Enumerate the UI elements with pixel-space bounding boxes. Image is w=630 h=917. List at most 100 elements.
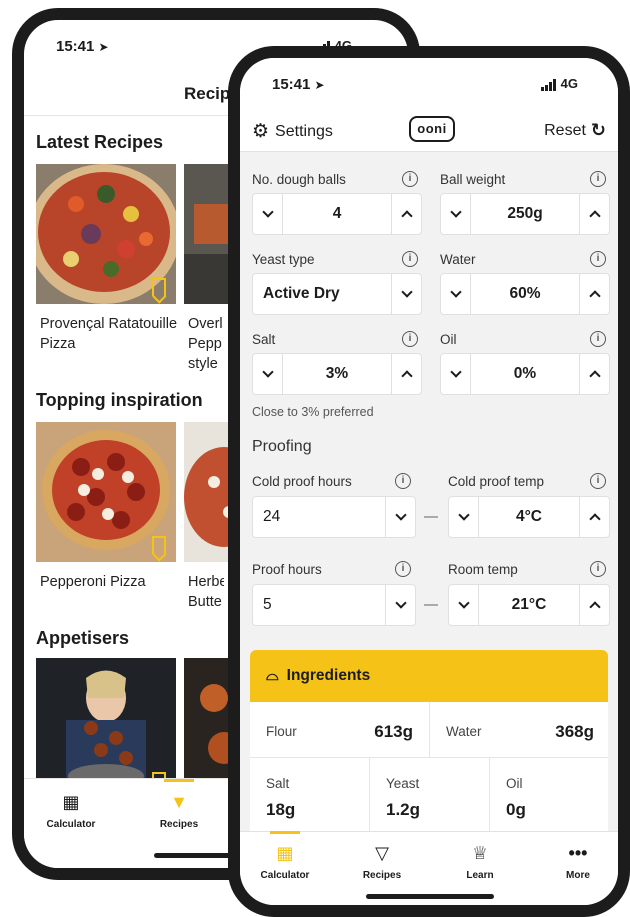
recipe-card-image-ratatouille[interactable] xyxy=(36,164,176,304)
section-title-latest-recipes: Latest Recipes xyxy=(36,132,164,152)
dough-balls-value[interactable]: 4 xyxy=(283,194,391,234)
yeast-type-select[interactable]: Active Dry xyxy=(252,273,422,315)
info-icon[interactable]: i xyxy=(402,171,418,187)
increase-button[interactable] xyxy=(391,194,421,234)
range-separator xyxy=(424,604,438,606)
tab-learn[interactable]: ♕ Learn xyxy=(445,842,515,881)
ingredient-name: Water xyxy=(446,724,482,739)
tab-label: More xyxy=(566,870,590,881)
info-icon[interactable]: i xyxy=(590,473,606,489)
recipe-caption-pepperoni[interactable]: Pepperoni Pizza xyxy=(40,572,190,592)
info-icon[interactable]: i xyxy=(395,473,411,489)
decrease-button[interactable] xyxy=(441,274,471,314)
room-temp-value[interactable]: 21°C xyxy=(479,585,579,625)
proof-hours-value[interactable]: 5 xyxy=(253,585,385,625)
salt-value[interactable]: 3% xyxy=(283,354,391,394)
tab-recipes[interactable]: ▼ Recipes xyxy=(144,779,214,830)
tab-label: Recipes xyxy=(159,819,199,830)
reset-icon: ↻ xyxy=(590,120,606,140)
info-icon[interactable]: i xyxy=(402,331,418,347)
decrease-button[interactable] xyxy=(253,194,283,234)
chevron-down-icon xyxy=(457,597,470,609)
dropdown-button[interactable] xyxy=(391,274,421,314)
tab-calculator[interactable]: ▦ Calculator xyxy=(36,791,106,830)
info-icon[interactable]: i xyxy=(590,171,606,187)
ingredient-name: Salt xyxy=(266,776,290,791)
increase-button[interactable] xyxy=(579,354,609,394)
cold-proof-hours-value[interactable]: 24 xyxy=(253,497,385,537)
ingredient-name: Oil xyxy=(506,776,523,791)
tab-label: Calculator xyxy=(46,819,96,830)
network-label: 4G xyxy=(560,76,578,91)
tab-more[interactable]: ••• More xyxy=(543,842,613,881)
info-icon[interactable]: i xyxy=(590,251,606,267)
yeast-type-value[interactable]: Active Dry xyxy=(253,274,391,314)
ball-weight-label: Ball weight xyxy=(440,172,506,187)
increase-button[interactable] xyxy=(391,354,421,394)
reset-button[interactable]: Reset ↻ xyxy=(544,120,606,141)
recipe-caption-overloaded[interactable]: Overl Pepp style xyxy=(188,314,224,374)
room-temp-label: Room temp xyxy=(448,562,518,577)
dropdown-button[interactable] xyxy=(385,585,415,625)
decrease-button[interactable] xyxy=(449,497,479,537)
recipe-caption-herbed-butter[interactable]: Herbe Butte xyxy=(188,572,224,612)
ingredient-value: 0g xyxy=(506,800,526,819)
calculator-screen: 15:41 ➤ 4G ⚙ Settings ooni Reset ↻ No. d… xyxy=(240,58,618,905)
active-tab-indicator xyxy=(164,779,194,782)
recipe-caption-ratatouille[interactable]: Provençal Ratatouille Pizza xyxy=(40,314,190,354)
pizza-slice-icon: ▽ xyxy=(375,843,389,863)
signal-icon xyxy=(540,79,556,91)
ingredient-name: Flour xyxy=(266,724,297,739)
water-value[interactable]: 60% xyxy=(471,274,579,314)
dropdown-button[interactable] xyxy=(385,497,415,537)
cold-proof-temp-value[interactable]: 4°C xyxy=(479,497,579,537)
increase-button[interactable] xyxy=(579,274,609,314)
proofing-title: Proofing xyxy=(252,438,312,455)
top-nav: ⚙ Settings ooni Reset ↻ xyxy=(240,108,618,152)
tab-calculator[interactable]: ▦ Calculator xyxy=(250,842,320,881)
proof-hours-select[interactable]: 5 xyxy=(252,584,416,626)
bookmark-icon[interactable] xyxy=(152,536,166,554)
tab-recipes[interactable]: ▽ Recipes xyxy=(347,842,417,881)
recipe-card-image-appetiser[interactable] xyxy=(36,658,176,798)
room-temp-stepper: 21°C xyxy=(448,584,610,626)
salt-hint: Close to 3% preferred xyxy=(252,405,374,419)
cold-proof-hours-select[interactable]: 24 xyxy=(252,496,416,538)
water-label: Water xyxy=(440,252,476,267)
increase-button[interactable] xyxy=(579,497,609,537)
recipe-card-image-pepperoni[interactable] xyxy=(36,422,176,562)
chevron-up-icon xyxy=(588,370,601,382)
chevron-down-icon xyxy=(457,509,470,521)
info-icon[interactable]: i xyxy=(590,561,606,577)
decrease-button[interactable] xyxy=(441,194,471,234)
tab-label: Recipes xyxy=(362,870,402,881)
oil-value[interactable]: 0% xyxy=(471,354,579,394)
chevron-down-icon xyxy=(449,206,462,218)
info-icon[interactable]: i xyxy=(590,331,606,347)
chevron-down-icon xyxy=(400,286,413,298)
bookmark-icon[interactable] xyxy=(152,278,166,296)
calculator-icon: ▦ xyxy=(276,843,294,863)
reset-label: Reset xyxy=(544,121,586,139)
location-arrow-icon: ➤ xyxy=(98,40,109,54)
home-indicator xyxy=(366,894,494,899)
info-icon[interactable]: i xyxy=(395,561,411,577)
increase-button[interactable] xyxy=(579,585,609,625)
status-bar: 15:41 ➤ 4G xyxy=(240,58,618,108)
info-icon[interactable]: i xyxy=(402,251,418,267)
tab-bar: ▦ Calculator ▽ Recipes ♕ Learn ••• More xyxy=(240,831,618,905)
chevron-up-icon xyxy=(400,370,413,382)
decrease-button[interactable] xyxy=(449,585,479,625)
proof-hours-label: Proof hours xyxy=(252,562,322,577)
decrease-button[interactable] xyxy=(253,354,283,394)
decrease-button[interactable] xyxy=(441,354,471,394)
salt-label: Salt xyxy=(252,332,276,347)
chevron-down-icon xyxy=(394,597,407,609)
ball-weight-value[interactable]: 250g xyxy=(471,194,579,234)
salt-stepper: 3% xyxy=(252,353,422,395)
ingredients-title: Ingredients xyxy=(286,667,371,684)
settings-button[interactable]: ⚙ Settings xyxy=(252,120,333,143)
location-arrow-icon: ➤ xyxy=(314,78,325,92)
increase-button[interactable] xyxy=(579,194,609,234)
chevron-up-icon xyxy=(400,210,413,222)
